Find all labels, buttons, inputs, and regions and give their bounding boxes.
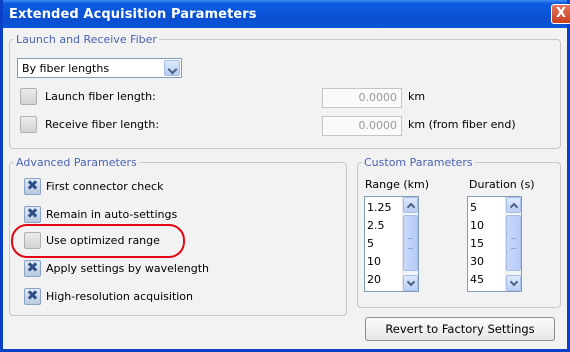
high-resolution-acquisition-label: High-resolution acquisition (46, 290, 194, 303)
list-item[interactable]: 5 (367, 236, 392, 254)
close-icon: X (555, 6, 567, 21)
list-item[interactable]: 15 (470, 236, 484, 254)
fiber-mode-value: By fiber lengths (22, 62, 110, 75)
receive-fiber-length-input[interactable]: 0.0000 (322, 116, 402, 136)
duration-scrollbar[interactable] (505, 197, 521, 291)
title-bar[interactable]: Extended Acquisition Parameters X (3, 0, 570, 28)
check-icon: ✖ (26, 178, 39, 194)
list-item[interactable]: 45 (470, 272, 484, 290)
list-item[interactable]: 5 (470, 200, 484, 218)
receive-fiber-checkbox[interactable] (20, 116, 37, 133)
remain-auto-settings-checkbox[interactable]: ✖ (24, 206, 41, 223)
launch-fiber-checkbox[interactable] (20, 88, 37, 105)
custom-parameters-legend: Custom Parameters (364, 156, 473, 169)
dialog-body: Launch and Receive Fiber By fiber length… (3, 28, 567, 349)
check-icon: ✖ (26, 206, 39, 222)
duration-header: Duration (s) (469, 178, 535, 191)
list-item[interactable]: 1.25 (367, 200, 392, 218)
launch-fiber-label: Launch fiber length: (45, 90, 156, 103)
chevron-down-icon[interactable] (164, 60, 180, 76)
range-header: Range (km) (365, 178, 430, 191)
receive-fiber-unit: km (from fiber end) (408, 118, 516, 131)
first-connector-check-label: First connector check (46, 180, 164, 193)
fiber-mode-select[interactable]: By fiber lengths (17, 58, 182, 78)
check-icon: ✖ (26, 260, 39, 276)
highlight-ellipse (11, 224, 185, 258)
launch-fiber-unit: km (408, 90, 426, 103)
scroll-up-icon[interactable] (506, 197, 521, 213)
scroll-thumb[interactable] (403, 215, 418, 271)
high-resolution-acquisition-checkbox[interactable]: ✖ (24, 288, 41, 305)
revert-to-factory-settings-button[interactable]: Revert to Factory Settings (365, 317, 555, 341)
launch-receive-legend: Launch and Receive Fiber (16, 33, 157, 46)
launch-fiber-length-input[interactable]: 0.0000 (322, 88, 402, 108)
list-item[interactable]: 30 (470, 254, 484, 272)
scroll-down-icon[interactable] (403, 275, 418, 291)
list-item[interactable]: 10 (367, 254, 392, 272)
scroll-down-icon[interactable] (506, 275, 521, 291)
scroll-thumb[interactable] (506, 215, 521, 271)
scroll-up-icon[interactable] (403, 197, 418, 213)
advanced-parameters-legend: Advanced Parameters (16, 156, 137, 169)
range-listbox[interactable]: 1.25 2.5 5 10 20 40 (364, 196, 419, 292)
check-icon: ✖ (26, 288, 39, 304)
list-item[interactable]: 60 (470, 290, 484, 291)
list-item[interactable]: 40 (367, 290, 392, 291)
receive-fiber-label: Receive fiber length: (45, 118, 160, 131)
list-item[interactable]: 2.5 (367, 218, 392, 236)
duration-listbox[interactable]: 5 10 15 30 45 60 (467, 196, 522, 292)
apply-settings-by-wavelength-checkbox[interactable]: ✖ (24, 260, 41, 277)
dialog-window: Extended Acquisition Parameters X Launch… (0, 0, 570, 352)
first-connector-check-checkbox[interactable]: ✖ (24, 178, 41, 195)
range-scrollbar[interactable] (402, 197, 418, 291)
remain-auto-settings-label: Remain in auto-settings (46, 208, 178, 221)
dialog-title: Extended Acquisition Parameters (9, 7, 257, 22)
list-item[interactable]: 10 (470, 218, 484, 236)
close-button[interactable]: X (551, 4, 570, 24)
list-item[interactable]: 20 (367, 272, 392, 290)
apply-settings-by-wavelength-label: Apply settings by wavelength (46, 262, 209, 275)
